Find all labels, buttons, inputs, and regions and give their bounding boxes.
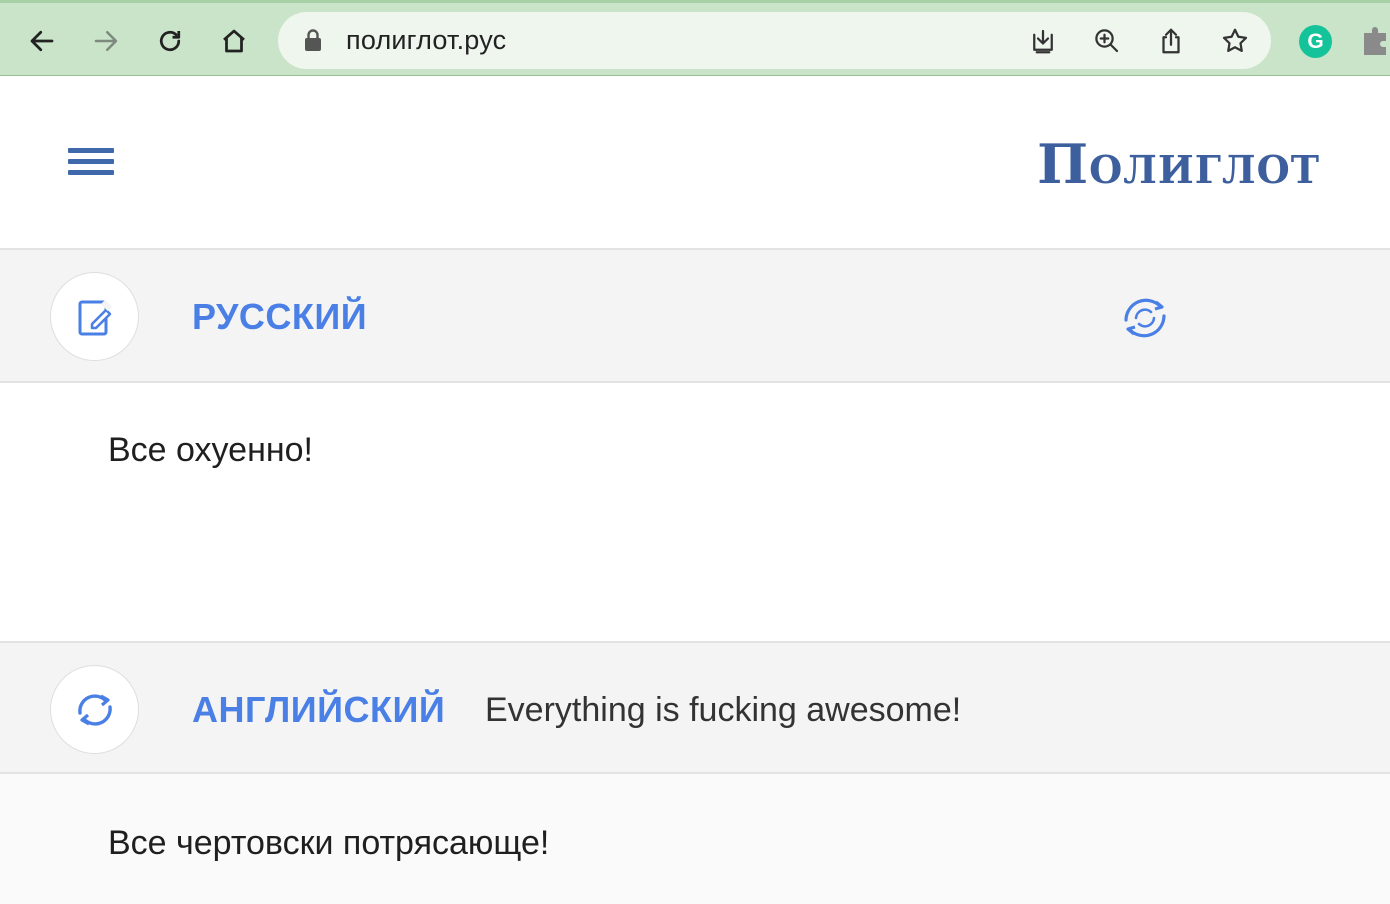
source-text[interactable]: Все охуенно! bbox=[108, 431, 313, 470]
extensions-puzzle-icon[interactable] bbox=[1360, 25, 1390, 59]
translation-text: Everything is fucking awesome! bbox=[485, 691, 962, 729]
bookmark-button[interactable] bbox=[1218, 24, 1252, 58]
reload-icon bbox=[159, 30, 181, 52]
grammarly-extension-icon[interactable]: G bbox=[1299, 25, 1332, 58]
browser-toolbar: полиглот.рус G bbox=[0, 0, 1390, 76]
back-button[interactable] bbox=[22, 21, 62, 61]
url-text[interactable]: полиглот.рус bbox=[346, 25, 506, 56]
zoom-button[interactable] bbox=[1090, 24, 1124, 58]
lock-icon bbox=[305, 29, 321, 51]
share-button[interactable] bbox=[1154, 24, 1188, 58]
install-icon bbox=[1033, 29, 1053, 54]
home-icon bbox=[223, 29, 245, 53]
install-app-button[interactable] bbox=[1026, 24, 1060, 58]
zoom-in-icon bbox=[1095, 29, 1119, 53]
forward-button[interactable] bbox=[86, 21, 126, 61]
swap-icon bbox=[1124, 298, 1166, 338]
target-language-bar: АНГЛИЙСКИЙ Everything is fucking awesome… bbox=[0, 641, 1390, 774]
share-icon bbox=[1162, 28, 1180, 54]
source-language-label[interactable]: РУССКИЙ bbox=[192, 296, 367, 338]
site-header: Полиглот bbox=[0, 76, 1390, 250]
swap-languages-button[interactable] bbox=[1115, 290, 1175, 346]
source-text-area[interactable]: Все охуенно! bbox=[0, 383, 1390, 641]
back-translation-area: Все чертовски потрясающе! bbox=[0, 774, 1390, 904]
source-language-bar: РУССКИЙ bbox=[0, 250, 1390, 383]
edit-icon bbox=[78, 299, 112, 335]
arrow-right-icon bbox=[94, 31, 118, 51]
home-button[interactable] bbox=[214, 21, 254, 61]
refresh-icon bbox=[77, 693, 112, 726]
menu-hamburger-icon[interactable] bbox=[68, 148, 116, 180]
reload-button[interactable] bbox=[150, 21, 190, 61]
back-translation-text: Все чертовски потрясающе! bbox=[108, 824, 550, 862]
site-logo[interactable]: Полиглот bbox=[1037, 132, 1320, 196]
arrow-left-icon bbox=[30, 30, 54, 52]
retranslate-button[interactable] bbox=[50, 665, 139, 754]
target-language-label[interactable]: АНГЛИЙСКИЙ bbox=[192, 689, 445, 731]
edit-button[interactable] bbox=[50, 272, 139, 361]
address-bar[interactable]: полиглот.рус bbox=[278, 12, 1271, 69]
star-icon bbox=[1222, 28, 1248, 52]
